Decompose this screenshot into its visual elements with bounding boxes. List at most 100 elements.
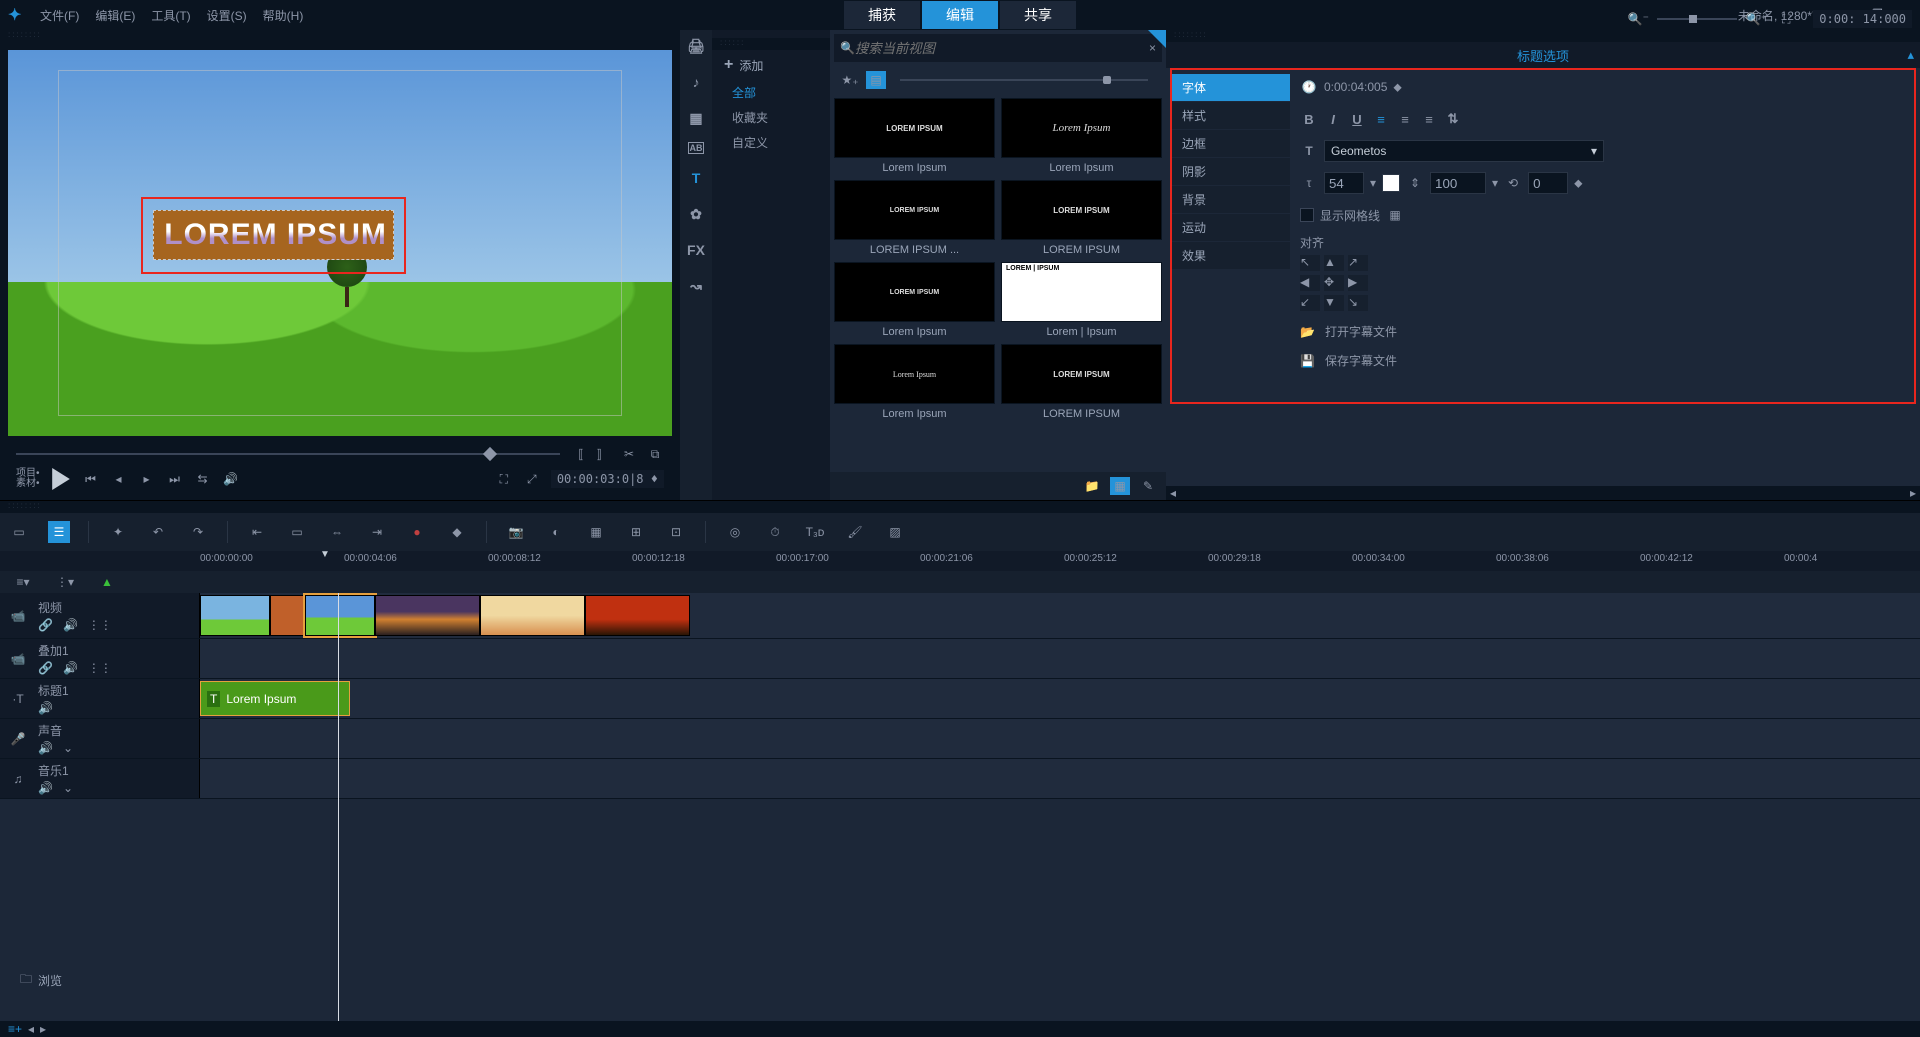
show-grid-checkbox[interactable] xyxy=(1300,208,1314,222)
music-track[interactable] xyxy=(200,759,1920,798)
library-thumb[interactable]: Lorem Ipsum xyxy=(1001,98,1162,158)
tree-item-fav[interactable]: 收藏夹 xyxy=(712,105,830,130)
library-thumb[interactable]: LOREM | IPSUM xyxy=(1001,262,1162,322)
thumb-view-icon[interactable]: ▦ xyxy=(1110,477,1130,495)
font-family-select[interactable]: Geometos▾ xyxy=(1324,140,1604,162)
scroll-left-icon[interactable]: ◂ xyxy=(28,1022,34,1036)
collapse-icon[interactable]: ▴ xyxy=(1907,47,1914,63)
mark-in-icon[interactable]: 〚 xyxy=(568,445,586,463)
video-track[interactable] xyxy=(200,593,1920,638)
menu-help[interactable]: 帮助(H) xyxy=(263,7,304,24)
rotation-input[interactable] xyxy=(1528,172,1568,194)
snapshot-icon[interactable]: ⧉ xyxy=(646,445,664,463)
scroll-left-icon[interactable]: ◂ xyxy=(1170,486,1176,500)
go-start-icon[interactable]: ⏮ xyxy=(82,470,100,488)
play-button[interactable] xyxy=(50,468,72,490)
dropdown-icon[interactable]: ▾ xyxy=(1492,176,1498,190)
keyframe-icon[interactable]: ◆ xyxy=(446,521,468,543)
record-icon[interactable]: ● xyxy=(406,521,428,543)
scroll-right-icon[interactable]: ▸ xyxy=(1910,486,1916,500)
video-clip[interactable] xyxy=(375,595,480,636)
tools-icon[interactable]: ✦ xyxy=(107,521,129,543)
track-menu-icon[interactable]: ≡▾ xyxy=(12,571,34,593)
library-thumb[interactable]: LOREM IPSUM xyxy=(834,262,995,322)
library-thumb[interactable]: LOREM IPSUM xyxy=(1001,180,1162,240)
chroma-icon[interactable]: ▨ xyxy=(884,521,906,543)
open-subtitle-button[interactable]: 📂 打开字幕文件 xyxy=(1300,317,1914,346)
zoom-slider[interactable] xyxy=(1657,18,1737,20)
link-icon[interactable]: 🔗 xyxy=(38,618,53,632)
underline-button[interactable]: U xyxy=(1348,110,1366,128)
align-mc[interactable]: ✥ xyxy=(1324,275,1344,291)
duration-field[interactable]: 0:00:04:005 xyxy=(1324,80,1387,94)
panel-grip-icon[interactable]: :::::::: xyxy=(0,30,680,42)
align-right-icon[interactable]: ≡ xyxy=(1420,110,1438,128)
pan-zoom-icon[interactable]: ◎ xyxy=(724,521,746,543)
video-clip[interactable] xyxy=(200,595,270,636)
align-bc[interactable]: ▼ xyxy=(1324,295,1344,311)
list-view-icon[interactable]: 📁 xyxy=(1082,477,1102,495)
media-tool-icon[interactable]: 🖨 xyxy=(684,34,708,58)
fav-filter-icon[interactable]: ★₊ xyxy=(840,71,860,89)
tree-item-all[interactable]: 全部 xyxy=(712,80,830,105)
redo-icon[interactable]: ↷ xyxy=(187,521,209,543)
volume-icon[interactable]: 🔊 xyxy=(222,470,240,488)
mask-icon[interactable]: ◐ xyxy=(545,521,567,543)
expand-icon[interactable]: ⌄ xyxy=(63,741,73,755)
title-text[interactable]: LOREM IPSUM xyxy=(164,218,387,252)
panel-fold-icon[interactable] xyxy=(1148,30,1166,48)
link-icon[interactable]: 🔗 xyxy=(38,661,53,675)
transition-tool-icon[interactable]: ▦ xyxy=(684,106,708,130)
overlay-tool-icon[interactable]: AB xyxy=(688,142,704,154)
library-thumb[interactable]: LOREM IPSUM xyxy=(1001,344,1162,404)
panel-grip-icon[interactable]: :::::::: xyxy=(0,501,1920,513)
video-clip[interactable] xyxy=(585,595,690,636)
opt-tab-bg[interactable]: 背景 xyxy=(1172,186,1290,213)
tab-edit[interactable]: 编辑 xyxy=(922,1,998,29)
prev-frame-icon[interactable]: ◂ xyxy=(110,470,128,488)
expand-icon[interactable]: ⌄ xyxy=(63,781,73,795)
graphic-tool-icon[interactable]: ✿ xyxy=(684,202,708,226)
next-frame-icon[interactable]: ▸ xyxy=(138,470,156,488)
grid-view-icon[interactable]: ▤ xyxy=(866,71,886,89)
3d-title-icon[interactable]: T₃ᴅ xyxy=(804,521,826,543)
scroll-up-icon[interactable]: ▲ xyxy=(96,571,118,593)
align-mr[interactable]: ▶ xyxy=(1348,275,1368,291)
split-icon[interactable]: ✂ xyxy=(620,445,638,463)
tab-share[interactable]: 共享 xyxy=(1000,1,1076,29)
bold-button[interactable]: B xyxy=(1300,110,1318,128)
mute-icon[interactable]: 🔊 xyxy=(38,701,53,715)
add-track-icon[interactable]: ≡+ xyxy=(8,1022,22,1036)
zoom-out-icon[interactable]: 🔍⁻ xyxy=(1627,8,1649,30)
lock-icon[interactable]: ⋮⋮ xyxy=(88,618,112,632)
library-thumb[interactable]: LOREM IPSUM xyxy=(834,180,995,240)
trim-start-icon[interactable]: ⇤ xyxy=(246,521,268,543)
menu-tool[interactable]: 工具(T) xyxy=(151,7,190,24)
timeline-ruler[interactable]: 00:00:00:00 00:00:04:06 00:00:08:12 00:0… xyxy=(0,551,1920,571)
preview-canvas[interactable]: LOREM IPSUM xyxy=(8,50,672,436)
mute-icon[interactable]: 🔊 xyxy=(38,741,53,755)
grid-icon[interactable]: ⊞ xyxy=(625,521,647,543)
overlay-track[interactable] xyxy=(200,639,1920,678)
opt-tab-font[interactable]: 字体 xyxy=(1172,74,1290,101)
mark-out-icon[interactable]: 〛 xyxy=(594,445,612,463)
title-track[interactable]: T Lorem Ipsum xyxy=(200,679,1920,718)
stepper-icon[interactable]: ⬥ xyxy=(1574,176,1582,191)
clip-mode-label[interactable]: 素材• xyxy=(16,479,40,489)
menu-settings[interactable]: 设置(S) xyxy=(207,7,247,24)
save-subtitle-button[interactable]: 💾 保存字幕文件 xyxy=(1300,346,1914,375)
path-tool-icon[interactable]: ↝ xyxy=(684,274,708,298)
marker-icon[interactable]: ▭ xyxy=(286,521,308,543)
video-clip[interactable] xyxy=(270,595,305,636)
timeline-duration[interactable]: 0:00: 14:000 xyxy=(1813,10,1912,28)
opt-tab-style[interactable]: 样式 xyxy=(1172,102,1290,129)
audio-tool-icon[interactable]: ♪ xyxy=(684,70,708,94)
align-br[interactable]: ↘ xyxy=(1348,295,1368,311)
color-swatch[interactable] xyxy=(1382,174,1400,192)
sound-track[interactable] xyxy=(200,719,1920,758)
multi-cam-icon[interactable]: ▦ xyxy=(585,521,607,543)
storyboard-view-icon[interactable]: ▭ xyxy=(8,521,30,543)
menu-file[interactable]: 文件(F) xyxy=(40,7,79,24)
track-opts-icon[interactable]: ⋮▾ xyxy=(54,571,76,593)
opt-tab-border[interactable]: 边框 xyxy=(1172,130,1290,157)
